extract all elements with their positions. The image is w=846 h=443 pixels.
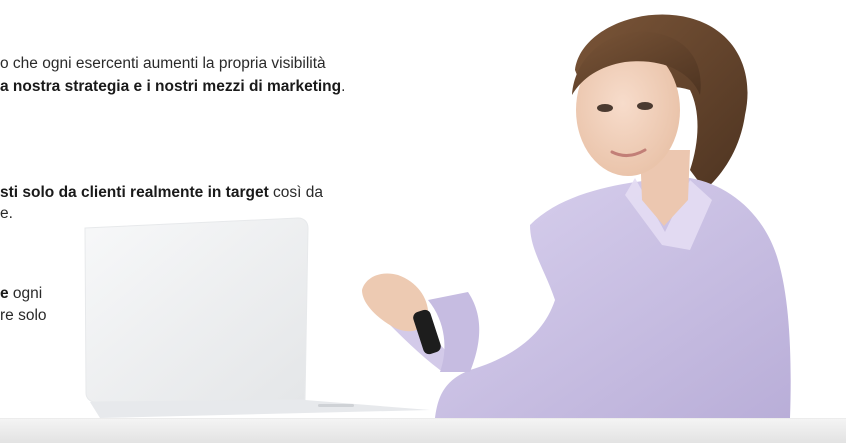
shirt-shape (435, 178, 791, 418)
marketing-page: o che ogni esercenti aumenti la propria … (0, 0, 846, 443)
copy-line-4: e. (0, 204, 13, 224)
copy-line-5: e ogni (0, 284, 42, 304)
right-eye-shape (637, 102, 653, 110)
copy-line-6: re solo (0, 306, 47, 326)
copy-line-4-text: e. (0, 205, 13, 222)
laptop-hinge-shape (318, 404, 354, 407)
laptop-base-shape (90, 400, 430, 418)
copy-line-5-bold: e (0, 285, 9, 302)
hero-image (84, 14, 791, 418)
copy-line-6-text: re solo (0, 307, 47, 324)
left-eye-shape (597, 104, 613, 112)
copy-line-5-text: ogni (8, 285, 43, 302)
laptop-shape (84, 217, 309, 403)
